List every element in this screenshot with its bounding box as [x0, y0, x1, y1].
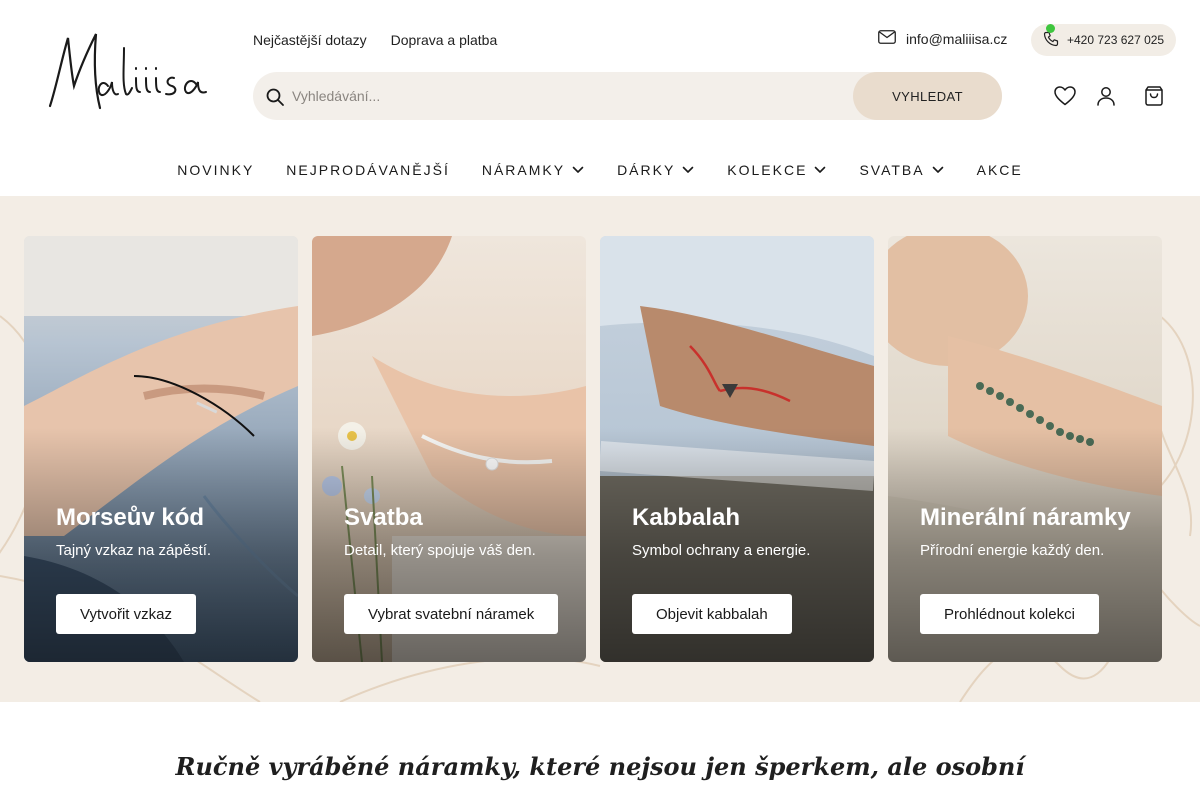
create-message-button[interactable]: Vytvořit vzkaz [56, 594, 196, 634]
chevron-down-icon [682, 166, 694, 173]
nav-item-darky[interactable]: DÁRKY [617, 160, 695, 180]
search-button[interactable]: VYHLEDAT [853, 72, 1002, 120]
cart-icon[interactable] [1142, 84, 1166, 108]
card-subtitle: Tajný vzkaz na zápěstí. [56, 542, 212, 559]
card-subtitle: Symbol ochrany a energie. [632, 542, 811, 559]
email-address: info@maliiisa.cz [906, 30, 1008, 47]
brand-logo[interactable] [44, 28, 214, 116]
chevron-down-icon [572, 166, 584, 173]
header-actions [1053, 84, 1166, 108]
nav-label: KOLEKCE [727, 162, 808, 178]
email-contact[interactable]: info@maliiisa.cz [878, 30, 1007, 47]
nav-item-novinky[interactable]: NOVINKY [177, 160, 254, 180]
nav-label: AKCE [976, 162, 1023, 178]
choose-wedding-bracelet-button[interactable]: Vybrat svatební náramek [344, 594, 559, 634]
category-card-kabbalah[interactable]: Kabbalah Symbol ochrany a energie. Objev… [600, 236, 874, 662]
search-bar: VYHLEDAT [253, 72, 1002, 120]
category-card-morse[interactable]: Morseův kód Tajný vzkaz na zápěstí. Vytv… [24, 236, 298, 662]
category-band: Morseův kód Tajný vzkaz na zápěstí. Vytv… [0, 196, 1200, 702]
site-header: Nejčastější dotazy Doprava a platba info… [0, 0, 1200, 196]
browse-collection-button[interactable]: Prohlédnout kolekci [920, 594, 1099, 634]
chevron-down-icon [932, 166, 943, 173]
category-card-wedding[interactable]: Svatba Detail, který spojuje váš den. Vy… [312, 236, 586, 662]
nav-label: NOVINKY [177, 162, 255, 178]
card-title: Kabbalah [632, 504, 741, 531]
nav-item-akce[interactable]: AKCE [977, 160, 1023, 180]
nav-item-kolekce[interactable]: KOLEKCE [727, 160, 827, 180]
discover-kabbalah-button[interactable]: Objevit kabbalah [632, 594, 792, 634]
intro-tagline: Ručně vyráběné náramky, které nejsou jen… [175, 752, 1025, 781]
top-links: Nejčastější dotazy Doprava a platba [253, 32, 497, 48]
phone-contact[interactable]: +420 723 627 025 [1031, 24, 1176, 56]
nav-label: SVATBA [859, 162, 925, 178]
nav-label: NEJPRODÁVANĚJŠÍ [286, 162, 450, 178]
card-subtitle: Detail, který spojuje váš den. [344, 542, 536, 559]
category-card-mineral[interactable]: Minerální náramky Přírodní energie každý… [888, 236, 1162, 662]
card-title: Svatba [344, 504, 423, 531]
user-icon[interactable] [1094, 84, 1118, 108]
card-title: Morseův kód [56, 504, 205, 531]
card-subtitle: Přírodní energie každý den. [920, 542, 1105, 559]
nav-label: NÁRAMKY [481, 162, 566, 178]
nav-label: DÁRKY [617, 162, 676, 178]
phone-icon [1043, 31, 1059, 50]
faq-link[interactable]: Nejčastější dotazy [253, 32, 367, 48]
heart-icon[interactable] [1053, 84, 1077, 108]
nav-item-naramky[interactable]: NÁRAMKY [482, 160, 585, 180]
search-icon [265, 87, 285, 107]
nav-item-nejprodavanejsi[interactable]: NEJPRODÁVANĚJŠÍ [286, 160, 450, 180]
phone-number: +420 723 627 025 [1067, 33, 1165, 47]
mail-icon [878, 30, 896, 47]
main-navigation: NOVINKY NEJPRODÁVANĚJŠÍ NÁRAMKY DÁRKY KO… [0, 160, 1200, 180]
card-title: Minerální náramky [920, 504, 1131, 531]
nav-item-svatba[interactable]: SVATBA [859, 160, 944, 180]
shipping-payment-link[interactable]: Doprava a platba [391, 32, 498, 48]
chevron-down-icon [815, 166, 826, 173]
search-input[interactable] [292, 84, 832, 108]
logo-script-image [48, 33, 207, 110]
online-status-dot [1046, 24, 1055, 33]
